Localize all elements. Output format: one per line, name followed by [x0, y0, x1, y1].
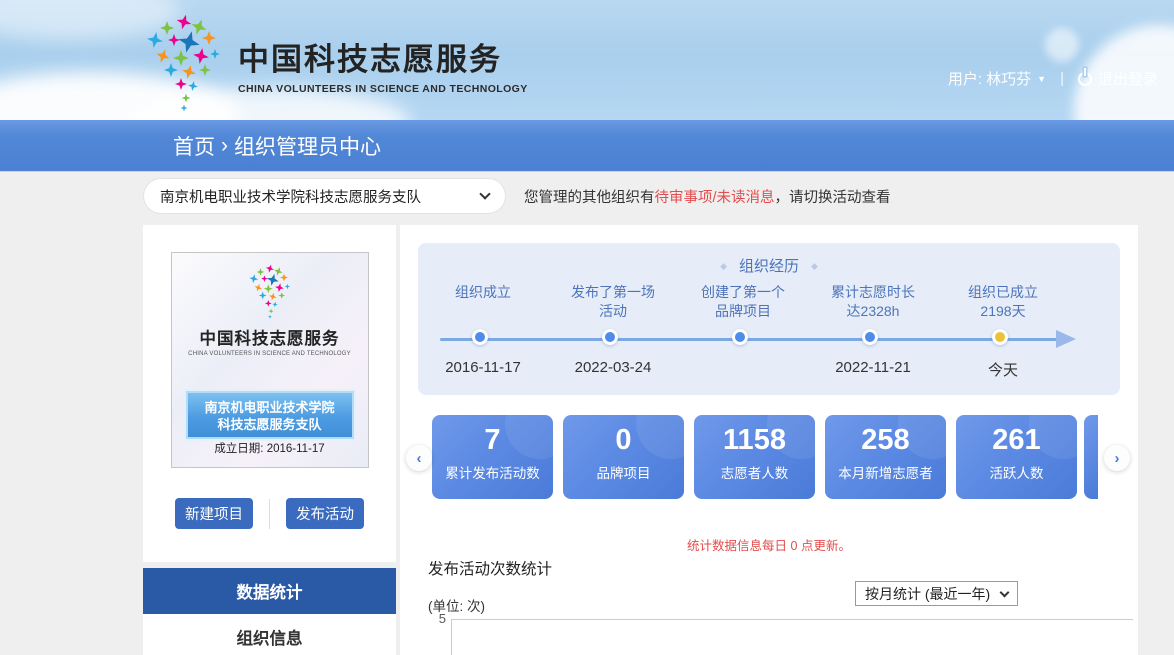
org-logo-balloon-icon [245, 263, 295, 319]
carousel-prev-button[interactable]: ‹ [406, 445, 432, 471]
stat-value: 258 [825, 424, 946, 457]
org-switcher-select[interactable]: 南京机电职业技术学院科技志愿服务支队 [143, 178, 506, 214]
chevron-left-icon: ‹ [417, 450, 422, 467]
site-header: 中国科技志愿服务 CHINA VOLUNTEERS IN SCIENCE AND… [0, 0, 1174, 120]
milestone-dot-today [992, 329, 1008, 345]
timeline-milestone: 发布了第一场活动 2022-03-24 [548, 243, 678, 395]
milestone-dot [732, 329, 748, 345]
breadcrumb-bar: 首页 › 组织管理员中心 [0, 120, 1174, 172]
breadcrumb-home[interactable]: 首页 [173, 131, 215, 161]
milestone-date: 2022-11-21 [808, 359, 938, 376]
milestone-date: 2022-03-24 [548, 359, 678, 376]
update-notice: 统计数据信息每日 0 点更新。 [400, 535, 1138, 554]
stat-label: 累计发布活动数 [432, 462, 553, 482]
action-buttons: 新建项目 发布活动 [143, 498, 396, 529]
sidebar-menu: 数据统计 组织信息 [143, 568, 396, 655]
new-project-button[interactable]: 新建项目 [175, 498, 253, 529]
breadcrumb: 首页 › 组织管理员中心 [173, 131, 381, 161]
timeline-milestones: 组织成立 2016-11-17 发布了第一场活动 2022-03-24 创建了第… [418, 243, 1068, 395]
stat-card-partial [1084, 415, 1098, 499]
chart-range-value: 按月统计 (最近一年) [865, 584, 990, 604]
stat-label: 品牌项目 [563, 462, 684, 482]
stat-card-total-activities[interactable]: 7 累计发布活动数 [432, 415, 553, 499]
org-logo-image: 中国科技志愿服务 CHINA VOLUNTEERS IN SCIENCE AND… [171, 252, 369, 468]
logout-label: 退出登录 [1098, 68, 1158, 89]
stats-carousel: 7 累计发布活动数 0 品牌项目 1158 志愿者人数 258 本月新增志愿者 … [432, 415, 1077, 499]
chart-range-select[interactable]: 按月统计 (最近一年) [855, 581, 1018, 606]
stat-value: 261 [956, 424, 1077, 457]
publish-activity-button[interactable]: 发布活动 [286, 498, 364, 529]
user-label: 用户: 林巧芬 [948, 68, 1031, 89]
milestone-title: 创建了第一个品牌项目 [678, 283, 808, 321]
power-icon [1078, 72, 1092, 86]
stat-card-volunteers[interactable]: 1158 志愿者人数 [694, 415, 815, 499]
sidebar: 中国科技志愿服务 CHINA VOLUNTEERS IN SCIENCE AND… [143, 225, 396, 655]
logout-link[interactable]: 退出登录 [1078, 68, 1158, 89]
stat-value: 7 [432, 424, 553, 457]
chevron-down-icon [1000, 587, 1010, 597]
caret-down-icon: ▼ [1037, 74, 1046, 84]
notice-highlight[interactable]: 待审事项/未读消息 [655, 186, 775, 207]
logo-title: 中国科技志愿服务 [238, 34, 528, 79]
notice-suffix: ，请切换活动查看 [775, 186, 891, 207]
milestone-date: 2016-11-17 [418, 359, 548, 376]
chart-section-title: 发布活动次数统计 [428, 557, 552, 579]
stat-card-active-users[interactable]: 261 活跃人数 [956, 415, 1077, 499]
stat-label: 本月新增志愿者 [825, 462, 946, 482]
timeline-milestone: 累计志愿时长达2328h 2022-11-21 [808, 243, 938, 395]
milestone-title: 组织成立 [418, 283, 548, 302]
milestone-title: 累计志愿时长达2328h [808, 283, 938, 321]
site-logo[interactable]: 中国科技志愿服务 CHINA VOLUNTEERS IN SCIENCE AND… [140, 12, 528, 112]
chevron-right-icon: › [1115, 450, 1120, 467]
timeline-milestone: 组织成立 2016-11-17 [418, 243, 548, 395]
logo-text: 中国科技志愿服务 CHINA VOLUNTEERS IN SCIENCE AND… [238, 12, 528, 112]
org-name-line2: 科技志愿服务支队 [188, 416, 352, 433]
dandelion-seed-decoration [1045, 28, 1079, 62]
stat-value: 0 [563, 424, 684, 457]
milestone-dot [862, 329, 878, 345]
chevron-down-icon [479, 188, 490, 199]
breadcrumb-separator: › [221, 134, 228, 158]
org-card: 中国科技志愿服务 CHINA VOLUNTEERS IN SCIENCE AND… [143, 225, 396, 562]
stat-card-brand-projects[interactable]: 0 品牌项目 [563, 415, 684, 499]
carousel-next-button[interactable]: › [1104, 445, 1130, 471]
stat-value: 1158 [694, 424, 815, 457]
milestone-date: 今天 [938, 359, 1068, 380]
milestone-title: 组织已成立2198天 [938, 283, 1068, 321]
milestone-title: 发布了第一场活动 [548, 283, 678, 321]
org-name-line1: 南京机电职业技术学院 [188, 399, 352, 416]
sidebar-item-org-info[interactable]: 组织信息 [143, 614, 396, 655]
org-logo-title: 中国科技志愿服务 [172, 325, 368, 349]
user-area: 用户: 林巧芬 ▼ | 退出登录 [948, 68, 1158, 89]
stat-card-new-volunteers[interactable]: 258 本月新增志愿者 [825, 415, 946, 499]
milestone-dot [472, 329, 488, 345]
user-menu[interactable]: 用户: 林巧芬 ▼ [948, 68, 1046, 89]
y-axis-tick: 5 [426, 611, 446, 626]
logo-subtitle: CHINA VOLUNTEERS IN SCIENCE AND TECHNOLO… [238, 83, 528, 95]
notice-prefix: 您管理的其他组织有 [524, 186, 655, 207]
timeline-panel: ◆组织经历◆ 组织成立 2016-11-17 发布了第一场活动 2022-03-… [418, 243, 1120, 395]
stat-label: 志愿者人数 [694, 462, 815, 482]
main-panel: ◆组织经历◆ 组织成立 2016-11-17 发布了第一场活动 2022-03-… [400, 225, 1138, 655]
org-switcher-value: 南京机电职业技术学院科技志愿服务支队 [160, 186, 421, 207]
chart-axis-vertical [451, 619, 452, 655]
sidebar-item-data-statistics[interactable]: 数据统计 [143, 568, 396, 614]
org-founded-date: 成立日期: 2016-11-17 [172, 440, 368, 456]
chart-axis-horizontal [451, 619, 1133, 620]
page: 中国科技志愿服务 CHINA VOLUNTEERS IN SCIENCE AND… [0, 0, 1174, 655]
logo-balloon-icon [140, 12, 228, 112]
breadcrumb-current: 组织管理员中心 [234, 131, 381, 161]
timeline-milestone: 组织已成立2198天 今天 [938, 243, 1068, 395]
divider: | [1060, 70, 1064, 87]
org-name-banner: 南京机电职业技术学院 科技志愿服务支队 [186, 391, 354, 439]
stat-label: 活跃人数 [956, 462, 1077, 482]
timeline-milestone: 创建了第一个品牌项目 [678, 243, 808, 395]
milestone-dot [602, 329, 618, 345]
org-notice: 您管理的其他组织有待审事项/未读消息，请切换活动查看 [524, 178, 891, 214]
button-divider [269, 499, 270, 529]
org-logo-subtitle: CHINA VOLUNTEERS IN SCIENCE AND TECHNOLO… [172, 351, 368, 357]
